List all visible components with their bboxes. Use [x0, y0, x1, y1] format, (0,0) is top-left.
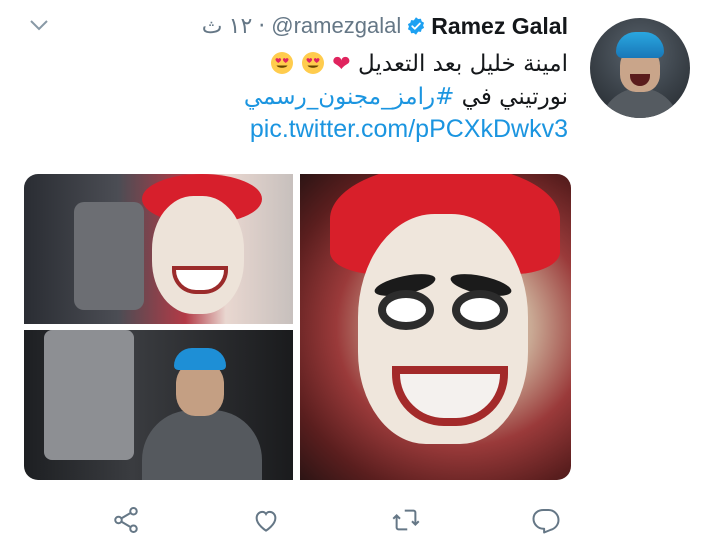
person-body-shape [142, 410, 262, 480]
like-button[interactable] [250, 504, 282, 536]
heart-eyes-emoji-icon [301, 52, 332, 77]
tweet-text-line-2: نورتيني في #رامز_مجنون_رسمي [148, 81, 568, 113]
avatar-hair [616, 32, 664, 58]
red-heart-emoji-icon: ❤ [332, 52, 351, 77]
heart-eyes-emoji-icon [270, 52, 301, 77]
reply-icon [531, 505, 561, 535]
tweet-header: ١٢ ث · @ramezgalal Ramez Galal [202, 10, 568, 42]
chair-shape [74, 202, 144, 310]
avatar[interactable] [590, 18, 690, 118]
retweet-button[interactable] [390, 504, 422, 536]
separator-dot: · [258, 13, 266, 39]
tweet-actions [0, 500, 718, 538]
tweet-text-line-1: امينة خليل بعد التعديل ❤ [148, 48, 568, 81]
chevron-down-icon[interactable] [28, 14, 50, 36]
tweet-card[interactable]: ١٢ ث · @ramezgalal Ramez Galal امينة خلي… [0, 0, 718, 538]
share-icon [111, 505, 141, 535]
reply-button[interactable] [530, 504, 562, 536]
clown-eye-shape [460, 298, 500, 322]
clown-eye-shape [386, 298, 426, 322]
author-name[interactable]: Ramez Galal [431, 13, 568, 40]
tweet-text-line-1-text: امينة خليل بعد التعديل [358, 51, 568, 77]
pic-link[interactable]: pic.twitter.com/pPCXkDwkv3 [148, 113, 568, 145]
retweet-icon [391, 505, 421, 535]
media-grid [24, 174, 571, 480]
media-photo-main[interactable] [300, 174, 571, 480]
person-face-shape [176, 362, 224, 416]
avatar-jacket [600, 88, 680, 118]
person-hair-shape [174, 348, 226, 370]
tweet-text: امينة خليل بعد التعديل ❤ نورتيني في #رام… [148, 48, 568, 145]
media-photo-bottom-left[interactable] [24, 330, 293, 480]
heart-outline-icon [251, 505, 281, 535]
share-button[interactable] [110, 504, 142, 536]
tweet-text-line-2-text: نورتيني في [461, 84, 568, 110]
hashtag-link[interactable]: #رامز_مجنون_رسمي [244, 84, 455, 110]
user-handle[interactable]: @ramezgalal [271, 13, 401, 39]
clown-face-shape [152, 196, 244, 314]
media-photo-top-left[interactable] [24, 174, 293, 324]
tweet-time[interactable]: ١٢ ث [202, 13, 252, 39]
verified-badge-icon [406, 16, 426, 36]
prop-shape [44, 330, 134, 460]
